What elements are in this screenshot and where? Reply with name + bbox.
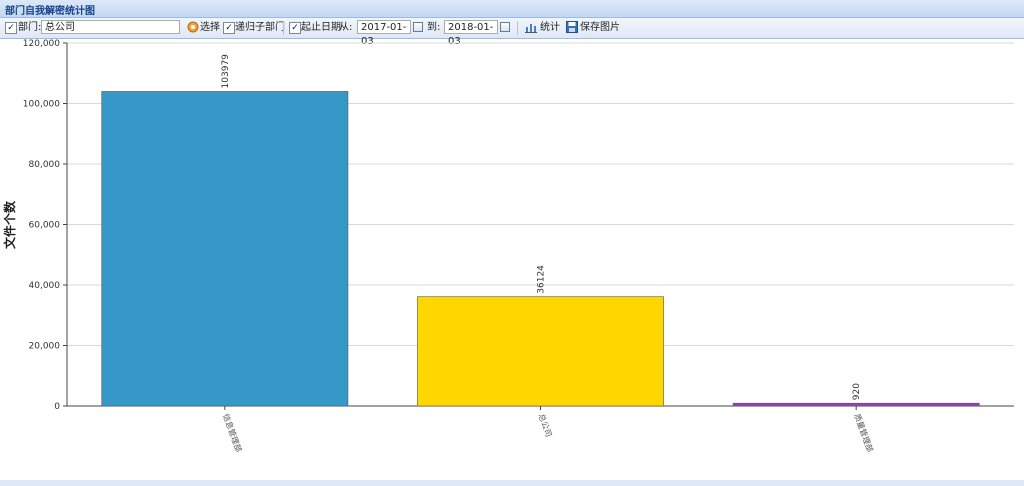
x-tick-label: 总公司 <box>537 412 555 438</box>
dept-label: 部门: <box>18 22 42 33</box>
bar-chart: 文件个数 0 20,000 40,000 60,000 80,000 100,000 120… <box>2 39 1014 453</box>
date-checkbox[interactable]: ✓ <box>289 22 301 34</box>
to-label: 到: <box>427 22 441 33</box>
from-date-input[interactable]: 2017-01-03 <box>357 20 411 47</box>
x-tick-label: 信息管理部 <box>221 412 244 453</box>
from-label: 从: <box>339 22 353 33</box>
data-label: 103979 <box>221 54 231 89</box>
select-button[interactable]: 选择 <box>200 21 220 35</box>
window-title: 部门自我解密统计图 <box>5 6 95 17</box>
select-icon[interactable] <box>187 21 199 33</box>
window-bottom-border <box>0 480 1024 486</box>
calendar-icon[interactable] <box>500 22 510 32</box>
toolbar-separator <box>517 21 518 35</box>
recursive-checkbox[interactable]: ✓ <box>223 22 235 34</box>
data-label: 920 <box>852 383 862 400</box>
bar <box>417 296 664 407</box>
toolbar-separator <box>283 21 284 35</box>
y-axis-label: 文件个数 <box>2 200 17 249</box>
y-tick-label: 100,000 <box>23 100 60 110</box>
dept-input[interactable]: 总公司 <box>41 20 180 34</box>
date-label: 起止日期 <box>301 22 341 33</box>
toolbar: ✓ 部门: 总公司 选择 ✓ 递归子部门 ✓ 起止日期 从: 2017-01-0… <box>0 18 1024 47</box>
data-label: 36124 <box>537 265 547 294</box>
dept-checkbox[interactable]: ✓ <box>5 22 17 34</box>
x-tick-label: 质量管理部 <box>852 412 875 453</box>
y-tick-label: 20,000 <box>29 342 61 352</box>
stats-button[interactable]: 统计 <box>540 21 560 35</box>
window-titlebar: 部门自我解密统计图 <box>0 0 1024 18</box>
calendar-icon[interactable] <box>413 22 423 32</box>
bar-chart-icon[interactable] <box>525 21 537 33</box>
bar <box>732 402 980 407</box>
y-tick-label: 60,000 <box>29 221 61 231</box>
to-date-input[interactable]: 2018-01-03 <box>444 20 498 47</box>
y-tick-label: 120,000 <box>23 39 60 49</box>
save-image-button[interactable]: 保存图片 <box>580 21 620 35</box>
y-tick-label: 40,000 <box>29 281 61 291</box>
save-icon[interactable] <box>566 21 578 33</box>
recursive-label: 递归子部门 <box>235 22 285 33</box>
y-tick-label: 0 <box>54 402 60 412</box>
y-tick-label: 80,000 <box>29 160 61 170</box>
bar <box>101 91 349 407</box>
